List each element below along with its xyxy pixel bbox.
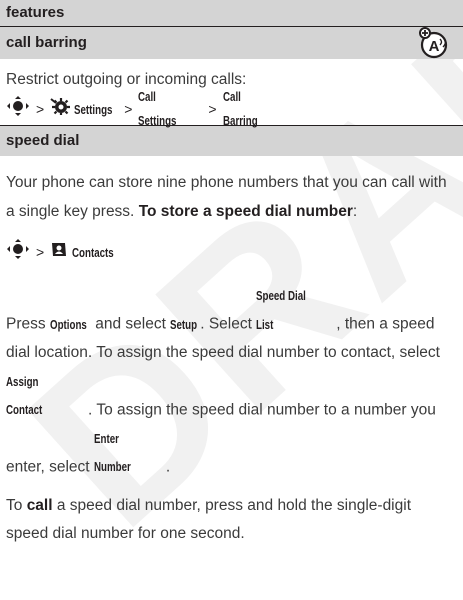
section-header: features <box>0 0 463 27</box>
speed-dial-intro: Your phone can store nine phone numbers … <box>6 174 447 220</box>
nav-key-icon <box>6 95 30 123</box>
svg-text:A: A <box>429 38 440 55</box>
call-barring-heading: call barring A <box>0 27 463 59</box>
network-dependent-icon: A <box>419 27 449 71</box>
contacts-icon <box>50 240 68 265</box>
call-barring-title: call barring <box>6 34 87 51</box>
speed-dial-menu-path: > Contacts <box>0 238 463 266</box>
contacts-label: Contacts <box>72 245 114 260</box>
speed-dial-call-instructions: To call a speed dial number, press and h… <box>6 496 411 543</box>
nav-key-icon <box>6 238 30 266</box>
call-barring-menu-path: > Settings > Call Settings > Call Barrin… <box>0 90 463 128</box>
settings-icon <box>50 97 71 122</box>
speed-dial-setup-instructions: Press Options and select Setup. Select S… <box>6 289 440 475</box>
settings-label: Settings <box>74 102 113 117</box>
call-settings-label: Call Settings <box>138 90 177 128</box>
call-barring-label: Call Barring <box>222 90 258 128</box>
